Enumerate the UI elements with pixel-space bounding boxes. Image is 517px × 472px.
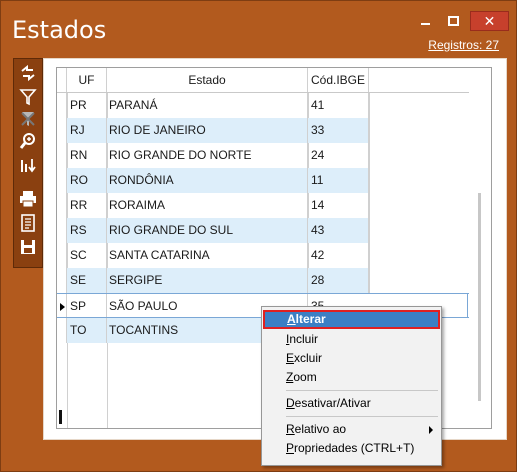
column-header-estado[interactable]: Estado (107, 68, 308, 92)
table-row[interactable]: RS RIO GRANDE DO SUL 43 (57, 218, 469, 243)
vertical-scrollbar[interactable] (478, 193, 481, 401)
refresh-icon[interactable] (18, 63, 38, 83)
row-indicator (57, 143, 67, 168)
cell-cod: 41 (308, 93, 369, 118)
cell-estado: SANTA CATARINA (107, 243, 308, 268)
close-icon: ✕ (483, 14, 496, 30)
menu-item-zoom[interactable]: Zoom (264, 368, 439, 387)
minimize-button[interactable] (413, 11, 438, 31)
toolbar (13, 58, 43, 268)
print-icon[interactable] (18, 189, 38, 209)
cell-cod: 28 (308, 268, 369, 293)
row-indicator (57, 243, 67, 268)
menu-separator (286, 416, 438, 417)
report-icon[interactable] (18, 213, 38, 233)
table-row[interactable]: PR PARANÁ 41 (57, 93, 469, 118)
menu-item-alterar[interactable]: Alterar (263, 310, 440, 329)
cell-uf: RR (67, 193, 107, 218)
context-menu: Alterar Incluir Excluir Zoom Desativar/A… (261, 306, 442, 466)
row-indicator (57, 268, 67, 293)
table-row[interactable]: RR RORAIMA 14 (57, 193, 469, 218)
cell-cod: 14 (308, 193, 369, 218)
row-indicator (57, 93, 67, 118)
row-indicator (57, 294, 67, 317)
horizontal-scroll-marker[interactable] (59, 410, 62, 424)
menu-separator (286, 390, 438, 391)
row-indicator (57, 218, 67, 243)
table-row[interactable]: RJ RIO DE JANEIRO 33 (57, 118, 469, 143)
clear-filter-icon[interactable] (18, 109, 38, 129)
menu-item-excluir[interactable]: Excluir (264, 349, 439, 368)
cell-uf: SP (67, 294, 107, 317)
registros-link[interactable]: Registros: 27 (428, 38, 499, 52)
cell-cod: 43 (308, 218, 369, 243)
table-row[interactable]: RN RIO GRANDE DO NORTE 24 (57, 143, 469, 168)
table-row[interactable]: SE SERGIPE 28 (57, 268, 469, 293)
row-indicator (57, 193, 67, 218)
cell-estado: RORAIMA (107, 193, 308, 218)
menu-item-incluir[interactable]: Incluir (264, 330, 439, 349)
window-title: Estados (12, 16, 107, 44)
submenu-arrow-icon (429, 426, 433, 434)
cell-uf: RS (67, 218, 107, 243)
row-indicator (57, 168, 67, 193)
row-indicator (57, 118, 67, 143)
menu-item-propriedades[interactable]: Propriedades (CTRL+T) (264, 439, 439, 458)
header-indicator (57, 68, 67, 92)
column-header-cod-ibge[interactable]: Cód.IBGE (308, 68, 369, 92)
cell-uf: RJ (67, 118, 107, 143)
cell-cod: 42 (308, 243, 369, 268)
cell-uf: RO (67, 168, 107, 193)
cell-estado: RIO DE JANEIRO (107, 118, 308, 143)
maximize-button[interactable] (441, 11, 466, 31)
cell-estado: RONDÔNIA (107, 168, 308, 193)
maximize-icon (448, 16, 459, 26)
cell-estado: PARANÁ (107, 93, 308, 118)
cell-cod: 11 (308, 168, 369, 193)
cell-uf: SC (67, 243, 107, 268)
menu-item-label: Relativo ao (286, 422, 347, 436)
cell-cod: 24 (308, 143, 369, 168)
cell-uf: RN (67, 143, 107, 168)
save-icon[interactable] (18, 237, 38, 257)
cell-estado: RIO GRANDE DO SUL (107, 218, 308, 243)
cell-estado: RIO GRANDE DO NORTE (107, 143, 308, 168)
close-button[interactable]: ✕ (470, 11, 509, 31)
cell-uf: TO (67, 318, 107, 343)
cell-uf: SE (67, 268, 107, 293)
estados-window: Estados ✕ Registros: 27 UF Estado Cód.IB… (0, 0, 517, 472)
cell-estado: SERGIPE (107, 268, 308, 293)
minimize-icon (421, 23, 430, 25)
cell-uf: PR (67, 93, 107, 118)
table-row[interactable]: SC SANTA CATARINA 42 (57, 243, 469, 268)
row-indicator (57, 318, 67, 343)
column-header-uf[interactable]: UF (67, 68, 107, 92)
menu-item-desativar-ativar[interactable]: Desativar/Ativar (264, 394, 439, 413)
table-row[interactable]: RO RONDÔNIA 11 (57, 168, 469, 193)
current-row-arrow-icon (60, 303, 65, 311)
menu-item-relativo-ao[interactable]: Relativo ao (264, 420, 439, 439)
filter-icon[interactable] (18, 87, 38, 107)
sort-icon[interactable] (18, 155, 38, 175)
zoom-icon[interactable] (18, 131, 38, 151)
cell-cod: 33 (308, 118, 369, 143)
grid-header: UF Estado Cód.IBGE (57, 68, 469, 93)
